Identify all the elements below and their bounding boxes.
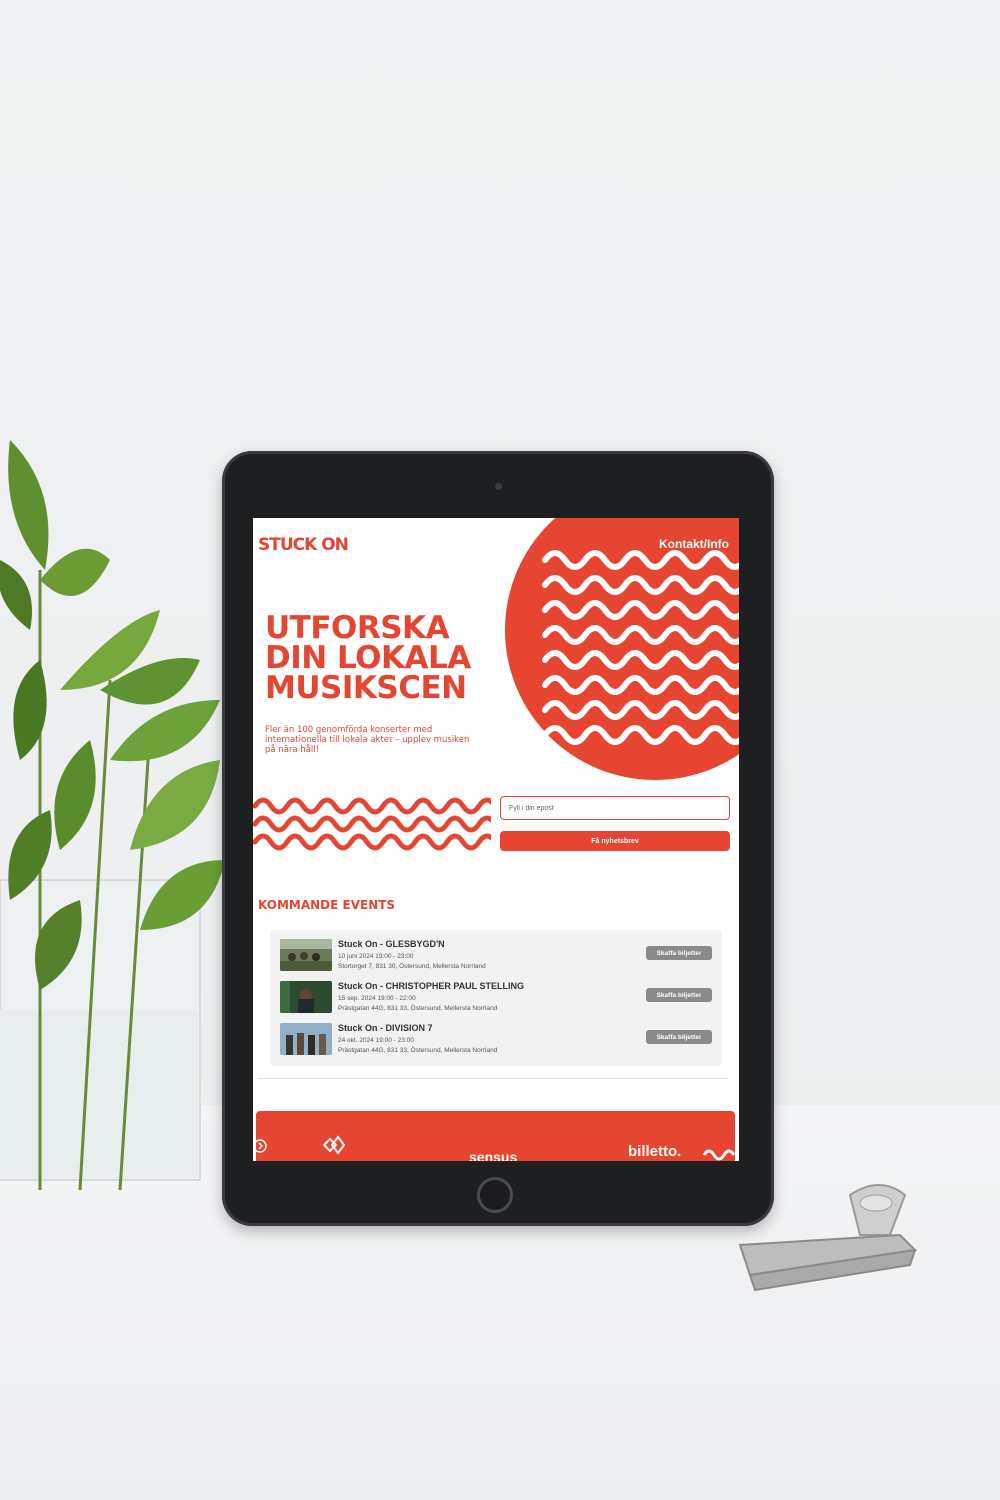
partner-footer: sensus billetto. bbox=[256, 1111, 735, 1161]
event-item[interactable]: Stuck On - CHRISTOPHER PAUL STELLING 15 … bbox=[280, 981, 712, 1015]
event-title: Stuck On - DIVISION 7 bbox=[338, 1023, 433, 1033]
wave-corner-decoration bbox=[702, 1149, 735, 1161]
hero-wave-circle bbox=[505, 518, 739, 780]
event-thumbnail bbox=[280, 981, 332, 1013]
event-item[interactable]: Stuck On - GLESBYGD'N 10 juni 2024 19:00… bbox=[280, 939, 712, 973]
events-heading: KOMMANDE EVENTS bbox=[258, 898, 396, 912]
events-list: Stuck On - GLESBYGD'N 10 juni 2024 19:00… bbox=[270, 930, 722, 1066]
partner-logo-icon bbox=[256, 1139, 267, 1153]
nav-contact-link[interactable]: Kontakt/Info bbox=[659, 537, 729, 551]
site-logo[interactable]: STUCK ON bbox=[258, 535, 349, 555]
sensus-logo[interactable]: sensus bbox=[469, 1149, 517, 1161]
event-date: 10 juni 2024 19:00 - 23:00 bbox=[338, 953, 414, 960]
home-button[interactable] bbox=[477, 1177, 513, 1213]
event-address: Prästgatan 44G, 831 33, Östersund, Melle… bbox=[338, 1047, 498, 1054]
hero-heading: UTFORSKA DIN LOKALA MUSIKSCEN bbox=[265, 610, 505, 706]
hero-subtitle: Fler än 100 genomförda konserter med int… bbox=[265, 725, 470, 755]
plant-in-vase-image bbox=[0, 440, 225, 1190]
event-title: Stuck On - GLESBYGD'N bbox=[338, 939, 445, 949]
event-date: 15 sep. 2024 19:00 - 22:00 bbox=[338, 995, 416, 1002]
tablet-screen: STUCK ON Kontakt/Info UTFORSKA DIN LOKAL… bbox=[253, 518, 739, 1161]
hero-line-2: DIN LOKALA bbox=[265, 640, 471, 676]
wave-decoration bbox=[253, 797, 491, 851]
buy-tickets-button[interactable]: Skaffa biljetter bbox=[646, 1030, 712, 1044]
newsletter-button[interactable]: Få nyhetsbrev bbox=[500, 831, 730, 851]
event-address: Stortorget 7, 831 30, Östersund, Mellers… bbox=[338, 963, 486, 970]
buy-tickets-button[interactable]: Skaffa biljetter bbox=[646, 946, 712, 960]
section-divider bbox=[258, 1078, 728, 1079]
event-item[interactable]: Stuck On - DIVISION 7 24 okt. 2024 19:00… bbox=[280, 1023, 712, 1057]
event-address: Prästgatan 44G, 831 33, Östersund, Melle… bbox=[338, 1005, 498, 1012]
event-title: Stuck On - CHRISTOPHER PAUL STELLING bbox=[338, 981, 525, 991]
email-input[interactable] bbox=[500, 796, 730, 820]
billetto-logo[interactable]: billetto. bbox=[628, 1143, 681, 1160]
event-date: 24 okt. 2024 19:00 - 23:00 bbox=[338, 1037, 414, 1044]
hero-line-3: MUSIKSCEN bbox=[265, 670, 467, 706]
hero-line-1: UTFORSKA bbox=[265, 610, 450, 646]
event-thumbnail bbox=[280, 939, 332, 971]
event-thumbnail bbox=[280, 1023, 332, 1055]
front-camera bbox=[495, 483, 502, 490]
buy-tickets-button[interactable]: Skaffa biljetter bbox=[646, 988, 712, 1002]
partner-diamond-logo-icon bbox=[322, 1135, 346, 1155]
